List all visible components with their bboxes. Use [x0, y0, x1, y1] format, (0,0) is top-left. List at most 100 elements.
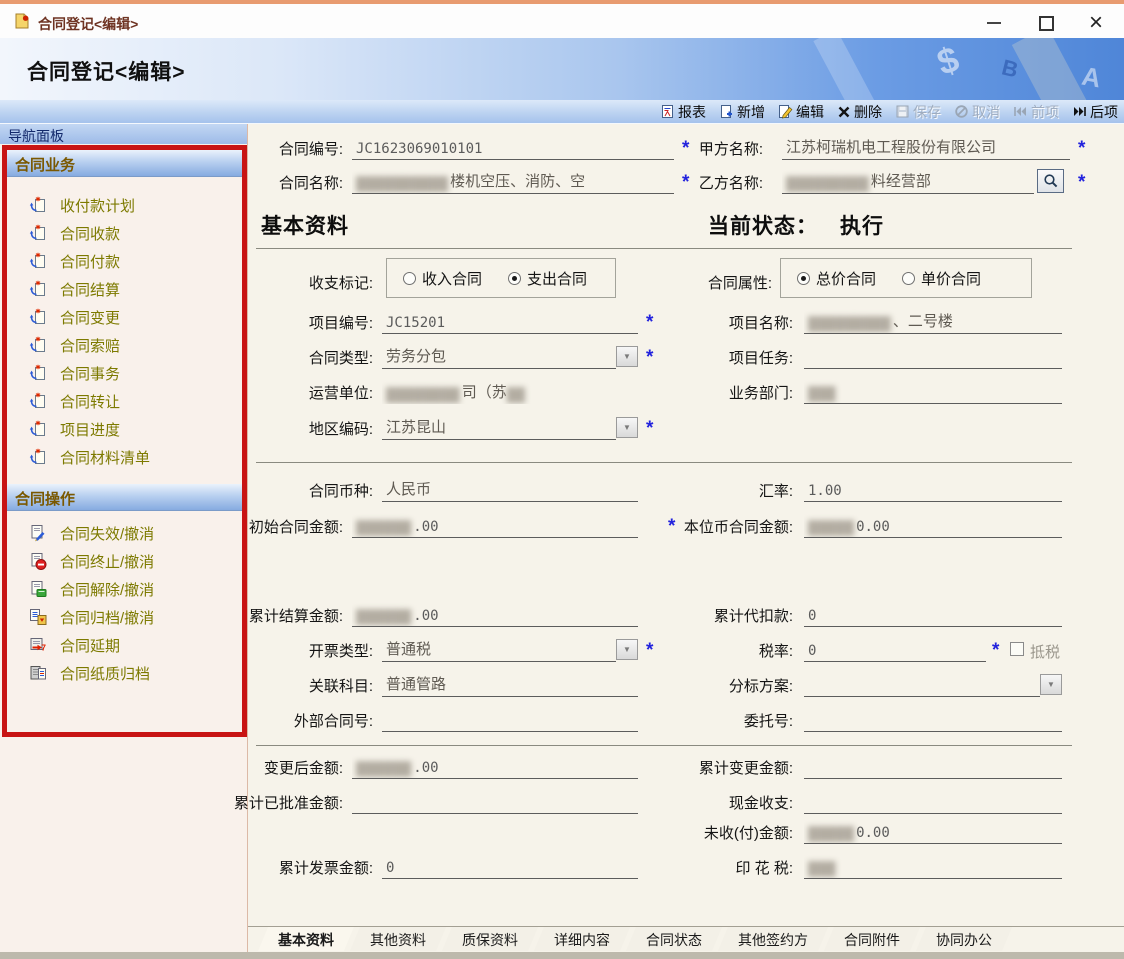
sidebar-item-contract-extend[interactable]: 7 合同延期: [7, 631, 242, 659]
approved-total-field[interactable]: [352, 788, 638, 814]
required-marker: *: [992, 640, 999, 662]
sidebar-item-contract-affairs[interactable]: 合同事务: [7, 359, 242, 387]
tab-basic-info[interactable]: 基本资料: [258, 927, 354, 951]
project-no-field[interactable]: JC15201: [382, 308, 638, 334]
save-icon: [895, 104, 910, 119]
withhold-total-label: 累计代扣款:: [648, 605, 793, 626]
settle-total-field[interactable]: ██████.00: [352, 601, 638, 627]
doc-arrow-icon: [29, 364, 47, 382]
maximize-icon: [1039, 16, 1054, 31]
sidebar-item-contract-transfer[interactable]: 合同转让: [7, 387, 242, 415]
status-label: 当前状态：: [708, 210, 818, 240]
region-code-dropdown-icon[interactable]: [616, 417, 638, 438]
sidebar-item-contract-terminate[interactable]: 合同终止/撤消: [7, 547, 242, 575]
doc-arrow-icon: [29, 392, 47, 410]
radio-income-contract[interactable]: 收入合同: [403, 268, 482, 289]
entrust-no-field[interactable]: [804, 706, 1062, 732]
exchange-rate-field[interactable]: 1.00: [804, 476, 1062, 502]
app-window: 合同登记<编辑> × 合同登记<编辑> $ B A 报表 新增 编辑 删除 保存: [0, 0, 1124, 959]
maximize-button[interactable]: [1026, 10, 1066, 36]
doc-arrow-icon: [29, 308, 47, 326]
svg-text:7: 7: [41, 643, 46, 653]
project-name-field[interactable]: █████████、二号楼: [804, 308, 1062, 334]
project-task-field[interactable]: [804, 343, 1062, 369]
bid-plan-label: 分标方案:: [648, 675, 793, 696]
withhold-total-field[interactable]: 0: [804, 601, 1062, 627]
invoice-total-label: 累计发票金额:: [228, 857, 373, 878]
doc-arrow-icon: [29, 196, 47, 214]
cancel-icon: [954, 104, 969, 119]
stamp-tax-field[interactable]: ███: [804, 853, 1062, 879]
cash-flow-field[interactable]: [804, 788, 1062, 814]
exchange-rate-label: 汇率:: [648, 480, 793, 501]
edit-button[interactable]: 编辑: [778, 102, 824, 122]
contract-paper-archive-icon: [29, 664, 47, 682]
invoice-total-field[interactable]: 0: [382, 853, 638, 879]
invoice-type-field[interactable]: 普通税: [382, 636, 616, 662]
contract-terminate-icon: [29, 552, 47, 570]
tab-contract-status[interactable]: 合同状态: [626, 927, 722, 951]
tab-detail-content[interactable]: 详细内容: [534, 927, 630, 951]
minimize-button[interactable]: [974, 10, 1014, 36]
radio-unit-price-contract[interactable]: 单价合同: [902, 268, 981, 289]
doc-arrow-icon: [29, 448, 47, 466]
bid-plan-field[interactable]: [804, 671, 1040, 697]
external-no-field[interactable]: [382, 706, 638, 732]
radio-total-price-contract[interactable]: 总价合同: [797, 268, 876, 289]
invoice-type-label: 开票类型:: [228, 640, 373, 661]
report-button[interactable]: 报表: [660, 102, 706, 122]
delete-button[interactable]: 删除: [837, 102, 882, 122]
bid-plan-dropdown-icon[interactable]: [1040, 674, 1062, 695]
sidebar-item-contract-change[interactable]: 合同变更: [7, 303, 242, 331]
content: 导航面板 合同业务 收付款计划 合同收款 合同付款 合同结算: [0, 124, 1124, 959]
contract-attr-group: 总价合同 单价合同: [780, 258, 1032, 298]
invoice-type-dropdown-icon[interactable]: [616, 639, 638, 660]
operating-unit-field[interactable]: ████████司（苏██: [382, 378, 662, 404]
related-subject-field[interactable]: 普通管路: [382, 671, 638, 697]
tab-other-signers[interactable]: 其他签约方: [718, 927, 828, 951]
sidebar-item-payment-plan[interactable]: 收付款计划: [7, 191, 242, 219]
titlebar: 合同登记<编辑> ×: [0, 0, 1124, 38]
party-b-field[interactable]: █████████料经营部: [782, 168, 1034, 194]
required-marker: *: [1078, 172, 1085, 194]
tab-other-info[interactable]: 其他资料: [350, 927, 446, 951]
tab-warranty-info[interactable]: 质保资料: [442, 927, 538, 951]
tax-deduct-checkbox[interactable]: [1010, 642, 1024, 656]
sidebar-item-contract-material-list[interactable]: 合同材料清单: [7, 443, 242, 471]
radio-expense-contract[interactable]: 支出合同: [508, 268, 587, 289]
next-button[interactable]: 后项: [1072, 102, 1118, 122]
party-a-field[interactable]: 江苏柯瑞机电工程股份有限公司: [782, 134, 1070, 160]
region-code-field[interactable]: 江苏昆山: [382, 414, 616, 440]
change-total-field[interactable]: [804, 753, 1062, 779]
tab-contract-attachments[interactable]: 合同附件: [824, 927, 920, 951]
contract-extend-icon: 7: [29, 636, 47, 654]
section-header-contract-operations[interactable]: 合同操作: [7, 484, 242, 511]
contract-name-label: 合同名称:: [198, 172, 343, 193]
initial-amount-field[interactable]: ██████.00: [352, 512, 638, 538]
party-b-search-button[interactable]: [1037, 169, 1064, 193]
contract-type-field[interactable]: 劳务分包: [382, 343, 616, 369]
sidebar-item-contract-claim[interactable]: 合同索赔: [7, 331, 242, 359]
changed-amount-field[interactable]: ██████.00: [352, 753, 638, 779]
biz-dept-field[interactable]: ███: [804, 378, 1062, 404]
operating-unit-label: 运营单位:: [228, 382, 373, 403]
related-subject-label: 关联科目:: [228, 675, 373, 696]
new-button[interactable]: 新增: [719, 102, 765, 122]
currency-field[interactable]: 人民币: [382, 476, 638, 502]
close-button[interactable]: ×: [1076, 10, 1116, 36]
unpaid-amount-field[interactable]: █████0.00: [804, 818, 1062, 844]
base-amount-field[interactable]: █████0.00: [804, 512, 1062, 538]
doc-arrow-icon: [29, 420, 47, 438]
doc-arrow-icon: [29, 336, 47, 354]
sidebar-item-contract-rescind[interactable]: 合同解除/撤消: [7, 575, 242, 603]
tax-rate-field[interactable]: 0: [804, 636, 986, 662]
sidebar-item-contract-payment[interactable]: 合同付款: [7, 247, 242, 275]
close-icon: ×: [1089, 13, 1103, 33]
tab-collaboration[interactable]: 协同办公: [916, 927, 1012, 951]
sidebar-item-contract-paper-archive[interactable]: 合同纸质归档: [7, 659, 242, 687]
sidebar-item-contract-receipt[interactable]: 合同收款: [7, 219, 242, 247]
payment-flag-group: 收入合同 支出合同: [386, 258, 616, 298]
contract-type-dropdown-icon[interactable]: [616, 346, 638, 367]
sidebar-item-project-progress[interactable]: 项目进度: [7, 415, 242, 443]
sidebar-item-contract-settlement[interactable]: 合同结算: [7, 275, 242, 303]
